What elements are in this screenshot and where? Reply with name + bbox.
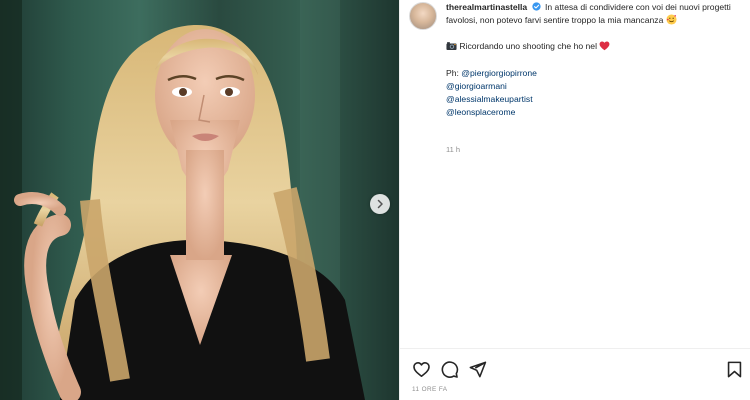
avatar[interactable] (409, 2, 437, 30)
caption-block: therealmartinastella In attesa di condiv… (400, 0, 750, 348)
username-link[interactable]: therealmartinastella (446, 2, 527, 12)
like-button[interactable] (412, 360, 432, 380)
post-photo[interactable] (0, 0, 399, 400)
verified-badge-icon (531, 2, 541, 11)
camera-flash-emoji (446, 42, 457, 51)
post-timestamp[interactable]: 11 ORE FA (412, 386, 447, 393)
caption-timestamp[interactable]: 11 h (446, 145, 460, 154)
bookmark-icon (727, 361, 742, 378)
chevron-right-icon (377, 199, 383, 209)
photo-credit-label: Ph: (446, 67, 459, 78)
portrait-image (0, 0, 365, 400)
photo-credit: Ph: @piergiorgiopirrone (446, 67, 746, 80)
post-sidebar: therealmartinastella In attesa di condiv… (400, 0, 750, 400)
caption-second-paragraph: Ricordando uno shooting che ho nel (446, 40, 746, 53)
caption-line2: Ricordando uno shooting che ho nel (459, 41, 597, 52)
save-button[interactable] (725, 360, 745, 380)
comment-button[interactable] (440, 360, 460, 380)
caption-first-paragraph: therealmartinastella In attesa di condiv… (446, 1, 746, 27)
carousel-next-button[interactable] (370, 194, 390, 214)
action-bar (400, 349, 750, 383)
red-heart-emoji (599, 41, 610, 51)
smiling-face-hearts-emoji (666, 14, 677, 25)
paper-plane-icon (469, 361, 487, 378)
share-button[interactable] (468, 360, 488, 380)
mention-link[interactable]: @giorgioarmani (446, 80, 746, 93)
heart-outline-icon (413, 361, 430, 378)
caption-text: therealmartinastella In attesa di condiv… (446, 1, 746, 119)
mention-link[interactable]: @piergiorgiopirrone (461, 68, 537, 78)
mention-link[interactable]: @leonsplacerome (446, 106, 746, 119)
comment-bubble-icon (441, 361, 459, 378)
mention-link[interactable]: @alessialmakeupartist (446, 93, 746, 106)
